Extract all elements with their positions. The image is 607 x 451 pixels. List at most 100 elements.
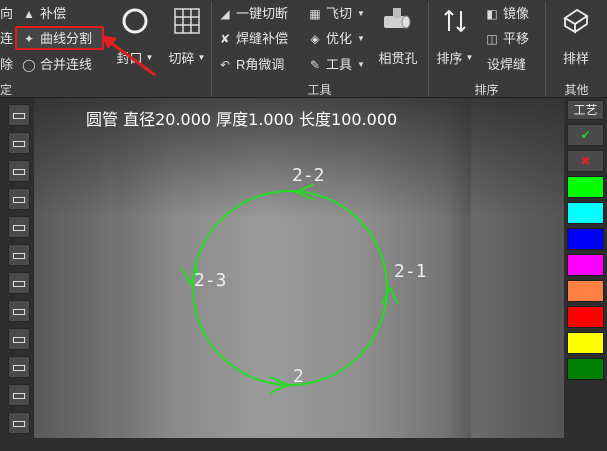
view-iso4-button[interactable]: ▭	[8, 356, 30, 378]
ribbon-toolbar: 向 连 除 ▲ 补偿 ✦ 曲线分割 ◯ 合并连线 封口 ▼ 切碎 ▼ 定 ◢ 一…	[0, 0, 607, 98]
optimize-icon: ◈	[310, 32, 320, 46]
view-bottom-button[interactable]: ▭	[8, 216, 30, 238]
weld-comp-label: 焊缝补偿	[236, 31, 289, 46]
segment-label-2-2: 2-2	[292, 165, 325, 186]
layer-color-orange[interactable]	[567, 280, 604, 302]
grid-icon	[170, 4, 204, 38]
layer-color-yellow[interactable]	[567, 332, 604, 354]
compensate-label: 补偿	[40, 6, 67, 21]
layout-label: 排样	[562, 51, 589, 66]
view-iso2-button[interactable]: ▭	[8, 300, 30, 322]
view-iso6-button[interactable]: ▭	[8, 412, 30, 434]
translate-icon: ◫	[486, 32, 498, 46]
curve-split-icon: ✦	[23, 32, 35, 46]
partial-label: 向	[0, 6, 14, 21]
r-angle-icon: ↶	[219, 58, 231, 72]
one-key-cutoff-button[interactable]: ◢ 一键切断	[218, 3, 288, 25]
group-label-sort: 排序	[474, 83, 499, 97]
optimize-label: 优化	[326, 31, 353, 46]
view-toolbar: ▭ ▭ ▭ ▭ ▭ ▭ ▭ ▭ ▭ ▭ ▭ ▭	[0, 98, 34, 451]
compensate-button[interactable]: ▲ 补偿	[22, 3, 66, 25]
ribbon-group-sort: 排序 ▼ ◧ 镜像 ◫ 平移 设焊缝 排序	[429, 0, 544, 98]
curve-split-button[interactable]: ✦ 曲线分割	[22, 28, 92, 50]
view-iso-button[interactable]: ▭	[8, 104, 30, 126]
translate-label: 平移	[503, 31, 530, 46]
view-right-button[interactable]: ▭	[8, 272, 30, 294]
sort-button[interactable]: 排序 ▼	[435, 4, 475, 67]
curve-split-label: 曲线分割	[40, 31, 93, 46]
cancel-button[interactable]: ✖	[567, 150, 604, 172]
cube-icon: ▭	[11, 163, 27, 180]
layout-icon	[559, 4, 593, 38]
layer-color-dark-green[interactable]	[567, 358, 604, 380]
check-icon: ✔	[580, 128, 591, 142]
view-back-button[interactable]: ▭	[8, 160, 30, 182]
ribbon-group-tools: ◢ 一键切断 ✘ 焊缝补偿 ↶ R角微调 ▦ 飞切 ▼ ◈ 优化 ▼ ✎ 工具 …	[212, 0, 427, 98]
cross-icon: ✖	[580, 154, 591, 168]
cube-icon: ▭	[11, 387, 27, 404]
layer-color-green[interactable]	[567, 176, 604, 198]
direction-arrow-right	[381, 285, 399, 305]
mirror-icon: ◧	[486, 7, 498, 21]
partial-label: 连	[0, 31, 14, 46]
layer-color-blue[interactable]	[567, 228, 604, 250]
tools-label: 工具	[326, 57, 353, 72]
confirm-button[interactable]: ✔	[567, 124, 604, 146]
group-label-tools: 工具	[307, 83, 332, 97]
view-iso5-button[interactable]: ▭	[8, 384, 30, 406]
mirror-label: 镜像	[503, 6, 530, 21]
set-weld-label: 设焊缝	[487, 57, 527, 72]
cube-icon: ▭	[11, 107, 27, 124]
segment-label-2: 2	[293, 366, 304, 387]
translate-button[interactable]: ◫ 平移	[485, 28, 529, 50]
layer-color-red[interactable]	[567, 306, 604, 328]
view-iso3-button[interactable]: ▭	[8, 328, 30, 350]
chevron-down-icon: ▼	[197, 53, 206, 62]
weld-comp-button[interactable]: ✘ 焊缝补偿	[218, 28, 288, 50]
view-top-button[interactable]: ▭	[8, 188, 30, 210]
chevron-down-icon: ▼	[357, 34, 365, 43]
tech-button[interactable]: 工艺	[567, 100, 604, 120]
cutoff-icon: ◢	[220, 7, 230, 21]
through-hole-label: 相贯孔	[378, 51, 418, 66]
fly-cut-icon: ▦	[309, 7, 321, 21]
cube-icon: ▭	[11, 359, 27, 376]
pipe-icon	[381, 4, 415, 38]
layer-color-cyan[interactable]	[567, 202, 604, 224]
partial-button-mid[interactable]: 连	[0, 28, 13, 50]
tools-button[interactable]: ✎ 工具 ▼	[308, 54, 365, 76]
cut-shatter-button[interactable]: 切碎 ▼	[164, 4, 210, 67]
compensate-icon: ▲	[23, 7, 35, 21]
cube-icon: ▭	[11, 303, 27, 320]
cad-viewport[interactable]: 圆管 直径20.000 厚度1.000 长度100.000 2-2 2-1 2 …	[34, 98, 564, 438]
mirror-button[interactable]: ◧ 镜像	[485, 3, 529, 25]
r-angle-button[interactable]: ↶ R角微调	[218, 54, 284, 76]
through-hole-button[interactable]: 相贯孔	[372, 4, 424, 67]
cube-icon: ▭	[11, 331, 27, 348]
cube-icon: ▭	[11, 191, 27, 208]
cube-icon: ▭	[11, 247, 27, 264]
merge-lines-button[interactable]: ◯ 合并连线	[22, 54, 92, 76]
fly-cut-button[interactable]: ▦ 飞切 ▼	[308, 3, 365, 25]
partial-label: 除	[0, 57, 14, 72]
cut-shatter-label: 切碎	[168, 51, 195, 66]
optimize-button[interactable]: ◈ 优化 ▼	[308, 28, 365, 50]
view-left-button[interactable]: ▭	[8, 244, 30, 266]
layer-color-magenta[interactable]	[567, 254, 604, 276]
r-angle-label: R角微调	[236, 57, 285, 72]
chevron-down-icon: ▼	[357, 9, 365, 18]
group-label-other: 其他	[564, 83, 589, 97]
weld-comp-icon: ✘	[219, 32, 231, 46]
partial-button-top[interactable]: 向	[0, 3, 13, 25]
tools-icon: ✎	[309, 58, 321, 72]
cube-icon: ▭	[11, 219, 27, 236]
partial-button-bot[interactable]: 除	[0, 54, 13, 76]
set-weld-button[interactable]: 设焊缝	[487, 54, 526, 76]
chevron-down-icon: ▼	[357, 60, 365, 69]
merge-lines-label: 合并连线	[40, 57, 93, 72]
view-front-button[interactable]: ▭	[8, 132, 30, 154]
ribbon-group-other: 排样 其他	[546, 0, 607, 98]
merge-lines-icon: ◯	[22, 58, 36, 72]
cube-icon: ▭	[11, 275, 27, 292]
layout-button[interactable]: 排样	[552, 4, 600, 67]
